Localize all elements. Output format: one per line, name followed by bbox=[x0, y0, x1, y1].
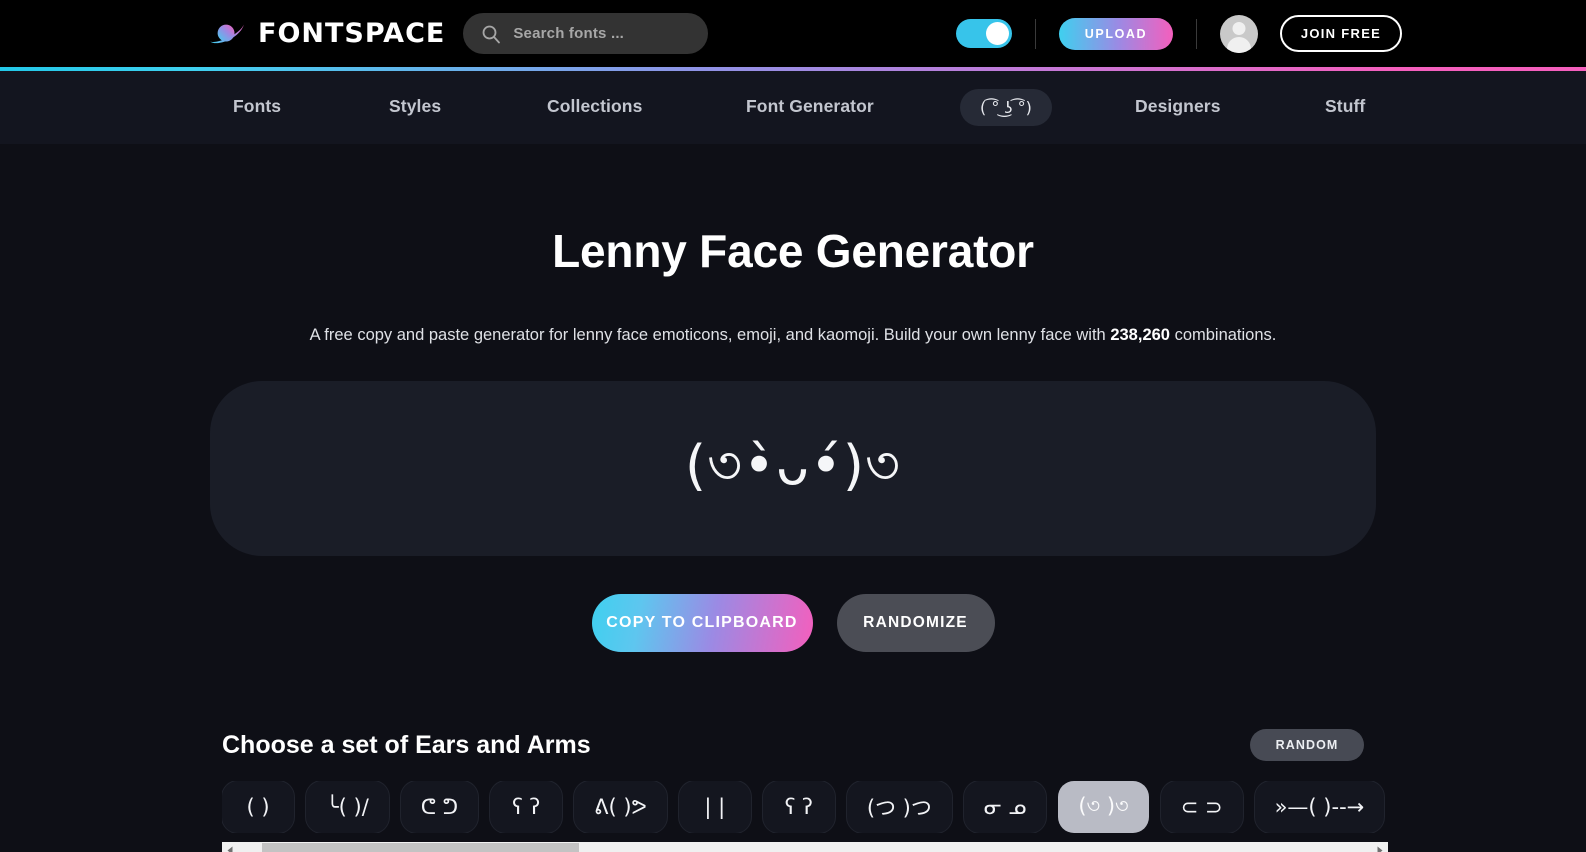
nav-item-styles[interactable]: Styles bbox=[389, 96, 441, 117]
avatar[interactable] bbox=[1220, 14, 1258, 53]
current-lenny-face: (৩•̀ᴗ•́)৩ bbox=[684, 433, 902, 497]
ears-and-arms-picker: Choose a set of Ears and Arms RANDOM ( )… bbox=[0, 729, 1586, 852]
horizontal-scrollbar[interactable] bbox=[222, 842, 1388, 852]
brand-logo[interactable]: FONTSPACE bbox=[208, 18, 445, 49]
planet-logo-icon bbox=[210, 24, 244, 43]
nav-item-font-generator[interactable]: Font Generator bbox=[746, 96, 874, 117]
upload-button[interactable]: UPLOAD bbox=[1059, 17, 1173, 50]
chip-option[interactable]: »—( )--→ bbox=[1254, 781, 1385, 833]
chip-option[interactable]: | | bbox=[678, 781, 751, 833]
avatar-head-icon bbox=[1232, 21, 1246, 35]
chip-option[interactable]: ╰( )/ bbox=[306, 781, 389, 833]
divider bbox=[1035, 18, 1036, 49]
header-actions: UPLOAD JOIN FREE bbox=[956, 0, 1586, 67]
randomize-button[interactable]: RANDOMIZE bbox=[836, 594, 995, 652]
description-text-before: A free copy and paste generator for lenn… bbox=[309, 326, 1111, 344]
nav-item-lenny-face[interactable]: ( ͡° ͜ʖ ͡°) bbox=[960, 89, 1052, 126]
dark-mode-toggle[interactable] bbox=[956, 19, 1012, 48]
search-icon bbox=[482, 25, 501, 43]
top-header: FONTSPACE Search fonts ... UPLOAD JOIN F… bbox=[0, 0, 1586, 67]
chip-option-selected[interactable]: (৩ )৩ bbox=[1058, 781, 1149, 833]
chips-viewport: ( ) ╰( )/ᕦ ᕤʕ ʔ ᕕ( )ᕗ | | ʕ ʔ (つ )つ ᓂ ᓄ (৩ )৩ ⊂ … bbox=[222, 781, 1388, 833]
nav-item-designers[interactable]: Designers bbox=[1135, 96, 1221, 117]
chips-list: ( ) ╰( )/ᕦ ᕤʕ ʔ ᕕ( )ᕗ | | ʕ ʔ (つ )つ ᓂ ᓄ (৩ )৩ ⊂ … bbox=[222, 781, 1388, 833]
random-button[interactable]: RANDOM bbox=[1250, 729, 1364, 761]
chip-option[interactable]: ᓂ ᓄ bbox=[963, 781, 1047, 833]
brand-name: FONTSPACE bbox=[258, 18, 446, 49]
chip-option[interactable]: ᕕ( )ᕗ bbox=[574, 781, 667, 833]
chip-option[interactable]: (つ )つ bbox=[846, 781, 952, 833]
lenny-face-display[interactable]: (৩•̀ᴗ•́)৩ bbox=[210, 381, 1376, 556]
join-free-button[interactable]: JOIN FREE bbox=[1280, 15, 1402, 52]
chip-option[interactable]: ⊂ ⊃ bbox=[1160, 781, 1243, 833]
avatar-body-icon bbox=[1227, 36, 1251, 53]
chip-option[interactable]: ʕ ʔ bbox=[490, 781, 563, 833]
search-input[interactable]: Search fonts ... bbox=[463, 13, 709, 54]
search-placeholder: Search fonts ... bbox=[513, 25, 625, 42]
main-content: Lenny Face Generator A free copy and pas… bbox=[0, 144, 1586, 852]
description-text-after: combinations. bbox=[1169, 326, 1277, 344]
nav-item-fonts[interactable]: Fonts bbox=[233, 96, 281, 117]
nav-item-stuff[interactable]: Stuff bbox=[1325, 96, 1365, 117]
divider bbox=[1196, 18, 1197, 49]
page-title: Lenny Face Generator bbox=[552, 225, 1034, 277]
combination-count: 238,260 bbox=[1110, 326, 1170, 344]
scrollbar-track[interactable] bbox=[239, 842, 1371, 852]
scroll-left-arrow-icon[interactable] bbox=[222, 842, 239, 852]
main-navigation: Fonts Styles Collections Font Generator ( ͡°… bbox=[0, 71, 1586, 144]
scroll-right-arrow-icon[interactable] bbox=[1371, 842, 1388, 852]
toggle-knob bbox=[986, 22, 1009, 45]
picker-title: Choose a set of Ears and Arms bbox=[222, 730, 591, 759]
nav-item-collections[interactable]: Collections bbox=[547, 96, 642, 117]
chip-option[interactable]: ( ) bbox=[222, 781, 294, 833]
scrollbar-thumb[interactable] bbox=[262, 843, 579, 852]
copy-to-clipboard-button[interactable]: COPY TO CLIPBOARD bbox=[591, 594, 813, 652]
chip-option[interactable]: ᕦ ᕤ bbox=[400, 781, 479, 833]
page-description: A free copy and paste generator for lenn… bbox=[0, 326, 1586, 345]
picker-header: Choose a set of Ears and Arms RANDOM bbox=[222, 729, 1364, 761]
chip-option[interactable]: ʕ ʔ bbox=[762, 781, 835, 833]
action-buttons: COPY TO CLIPBOARD RANDOMIZE bbox=[0, 594, 1586, 652]
